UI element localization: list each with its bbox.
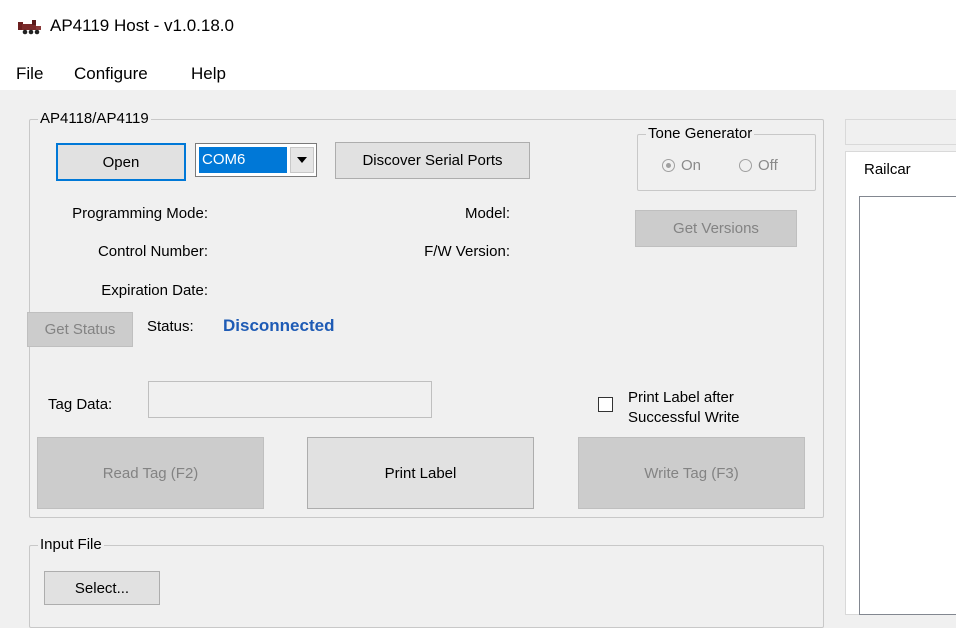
device-group-legend: AP4118/AP4119 — [40, 110, 149, 127]
open-button[interactable]: Open — [56, 143, 186, 181]
chevron-down-glyph — [297, 157, 307, 163]
tab-strip — [845, 119, 956, 145]
control-number-label: Control Number: — [97, 243, 208, 260]
expiration-date-label: Expiration Date: — [101, 282, 208, 299]
status-label: Status: — [147, 318, 194, 335]
window-title: AP4119 Host - v1.0.18.0 — [50, 16, 234, 35]
discover-serial-ports-button[interactable]: Discover Serial Ports — [335, 142, 530, 179]
com-port-value: COM6 — [199, 147, 287, 173]
tone-generator-legend: Tone Generator — [648, 125, 753, 142]
radio-unchecked-icon — [739, 159, 752, 172]
menu-file[interactable]: File — [16, 63, 43, 85]
tone-off-radio[interactable]: Off — [739, 157, 778, 174]
menu-configure[interactable]: Configure — [74, 63, 148, 85]
model-label: Model: — [464, 205, 510, 222]
print-after-write-label-line2: Successful Write — [628, 409, 740, 426]
tag-data-field[interactable] — [148, 381, 432, 418]
print-after-write-label-line1: Print Label after — [628, 389, 734, 406]
programming-mode-label: Programming Mode: — [72, 205, 208, 222]
railcar-list[interactable] — [859, 196, 956, 615]
status-value: Disconnected — [223, 316, 335, 335]
tone-on-label: On — [681, 157, 702, 174]
tone-off-label: Off — [758, 157, 778, 174]
print-label-button[interactable]: Print Label — [307, 437, 534, 509]
locomotive-icon — [18, 20, 41, 35]
fw-version-label: F/W Version: — [424, 243, 510, 260]
write-tag-button[interactable]: Write Tag (F3) — [578, 437, 805, 509]
read-tag-button[interactable]: Read Tag (F2) — [37, 437, 264, 509]
title-bar: AP4119 Host - v1.0.18.0 — [0, 0, 956, 54]
menu-bar: File Configure Help — [0, 54, 956, 90]
com-port-combo[interactable]: COM6 — [195, 143, 317, 177]
get-status-button[interactable]: Get Status — [27, 312, 133, 347]
print-after-write-checkbox[interactable] — [598, 397, 613, 412]
get-versions-button[interactable]: Get Versions — [635, 210, 797, 247]
tag-data-label: Tag Data: — [48, 396, 113, 413]
select-input-file-button[interactable]: Select... — [44, 571, 160, 605]
tone-on-radio[interactable]: On — [662, 157, 701, 174]
input-file-legend: Input File — [40, 536, 102, 553]
radio-checked-icon — [662, 159, 675, 172]
tab-railcar[interactable]: Railcar — [845, 151, 956, 187]
menu-help[interactable]: Help — [191, 63, 226, 85]
tab-railcar-label: Railcar — [864, 161, 911, 178]
chevron-down-icon[interactable] — [290, 147, 314, 173]
